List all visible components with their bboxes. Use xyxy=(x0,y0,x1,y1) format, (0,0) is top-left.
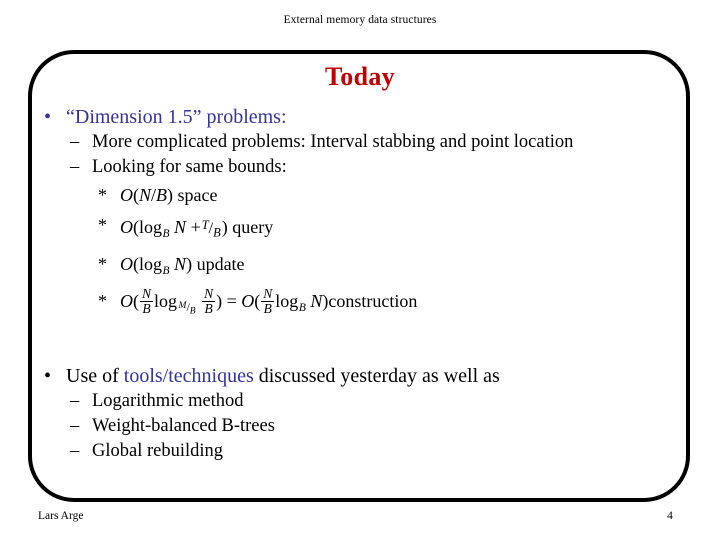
bullet-more-complicated-problems: – More complicated problems: Interval st… xyxy=(36,130,696,155)
bullet-marker-star: * xyxy=(98,185,107,205)
formula-token-rparen: ) xyxy=(186,253,193,274)
slide-title: Today xyxy=(325,62,395,91)
formula-construction-trailing: construction xyxy=(328,290,418,311)
formula-token-N: N xyxy=(204,286,214,302)
formula-token-O: O xyxy=(120,185,133,205)
formula-token-rparen: ) xyxy=(221,216,228,237)
formula-fraction-T-over-B: T/B xyxy=(202,210,221,248)
formula-token-log-subscript: B xyxy=(162,264,170,277)
formula-token-N: N xyxy=(142,286,152,302)
formula-token-rparen: ) xyxy=(167,185,174,205)
bullet-more-complicated-problems-label: More complicated problems: Interval stab… xyxy=(92,132,574,152)
bullet-dimension-problems-label: “Dimension 1.5” problems: xyxy=(66,106,287,128)
formula-token-B: B xyxy=(140,301,154,316)
bullet-weight-balanced-b-trees: – Weight-balanced B-trees xyxy=(36,414,696,439)
formula-fraction-N-over-B: NB xyxy=(261,286,275,316)
bullet-logarithmic-method-label: Logarithmic method xyxy=(92,390,244,411)
bullet-marker-dot: • xyxy=(44,106,52,128)
bullet-marker-dash: – xyxy=(70,390,80,411)
formula-token-log: log xyxy=(139,216,163,237)
bullet-space-bound: * O(N/B) space xyxy=(36,180,696,210)
formula-token-B: B xyxy=(156,185,168,205)
formula-token-T: T xyxy=(201,218,209,232)
formula-token-B: B xyxy=(189,306,196,317)
formula-token-N: N xyxy=(174,253,187,274)
bullet-marker-star: * xyxy=(98,215,107,235)
footer-author: Lars Arge xyxy=(38,510,84,522)
formula-token-B: B xyxy=(202,301,216,316)
bullet-marker-dash: – xyxy=(70,157,80,177)
formula-fraction-M-over-B: M/B xyxy=(179,291,196,327)
formula-token-O: O xyxy=(120,216,133,237)
footer-page-number: 4 xyxy=(667,510,673,522)
formula-token-N: N xyxy=(310,290,323,311)
bullet-construction-bound: * O(N Blog M/B N B) = O(N BlogB N)constructi… xyxy=(36,286,696,327)
formula-token-O: O xyxy=(120,253,133,274)
bullet-use-of-tools: • Use of tools/techniques discussed yest… xyxy=(36,363,696,389)
bullet-update-bound: * O(logB N) update xyxy=(36,249,696,286)
formula-fraction-N-over-B: NB xyxy=(140,286,154,316)
formula-token-log: log xyxy=(154,290,178,311)
bullet-use-of-tools-accent: tools/techniques xyxy=(123,364,254,387)
formula-token-lparen: ( xyxy=(254,290,261,311)
formula-space-bound: O(N/B) xyxy=(120,185,173,205)
bullet-use-of-tools-post: discussed yesterday as well as xyxy=(253,364,500,387)
formula-token-N: N xyxy=(263,286,273,302)
formula-query-trailing: query xyxy=(232,216,274,237)
formula-token-lparen: ( xyxy=(133,290,139,311)
formula-query-bound: O(logB N +T/B) xyxy=(120,216,228,240)
bullet-dimension-problems: • “Dimension 1.5” problems: xyxy=(36,104,696,130)
bullet-marker-star: * xyxy=(98,253,107,274)
formula-update-trailing: update xyxy=(196,253,245,274)
formula-fraction-N-over-B: NB xyxy=(202,286,216,316)
formula-token-log-subscript: B xyxy=(298,301,306,314)
formula-token-log: log xyxy=(139,253,163,274)
bullet-marker-dot: • xyxy=(44,364,52,387)
bullet-weight-balanced-b-trees-label: Weight-balanced B-trees xyxy=(92,415,275,436)
slide-running-header: External memory data structures xyxy=(283,14,437,26)
formula-token-O: O xyxy=(120,290,133,311)
formula-update-bound: O(logB N) xyxy=(120,253,193,277)
bullet-query-bound: * O(logB N +T/B) query xyxy=(36,210,696,249)
formula-token-log-subscript-M-over-B: M/B xyxy=(177,300,197,317)
slide-canvas: External memory data structures Today • … xyxy=(0,0,720,540)
formula-token-N: N xyxy=(139,185,152,205)
slide-body: • “Dimension 1.5” problems: – More compl… xyxy=(36,104,696,464)
formula-space-trailing: space xyxy=(177,185,218,205)
bullet-looking-for-same-bounds: – Looking for same bounds: xyxy=(36,155,696,180)
bullet-logarithmic-method: – Logarithmic method xyxy=(36,389,696,414)
formula-construction-bound: O(N Blog M/B N B) = O(N BlogB N) xyxy=(120,287,328,317)
formula-token-O: O xyxy=(241,290,255,311)
formula-token-rparen: ) xyxy=(216,290,223,311)
formula-token-plus: + xyxy=(190,216,201,237)
bullet-marker-dash: – xyxy=(70,415,80,436)
formula-token-log-subscript: B xyxy=(162,227,170,240)
bullet-global-rebuilding-label: Global rebuilding xyxy=(92,440,224,461)
bullet-global-rebuilding: – Global rebuilding xyxy=(36,439,696,464)
bullet-marker-dash: – xyxy=(70,440,80,461)
formula-token-B: B xyxy=(213,225,221,240)
formula-token-equals: = xyxy=(226,290,237,311)
bullet-looking-for-same-bounds-label: Looking for same bounds: xyxy=(92,157,287,177)
formula-token-log: log xyxy=(275,290,299,311)
bullet-marker-star: * xyxy=(98,290,107,311)
formula-token-B: B xyxy=(261,301,275,316)
bullet-use-of-tools-pre: Use of xyxy=(66,364,124,387)
formula-token-N: N xyxy=(174,216,187,237)
bullet-marker-dash: – xyxy=(70,132,80,152)
